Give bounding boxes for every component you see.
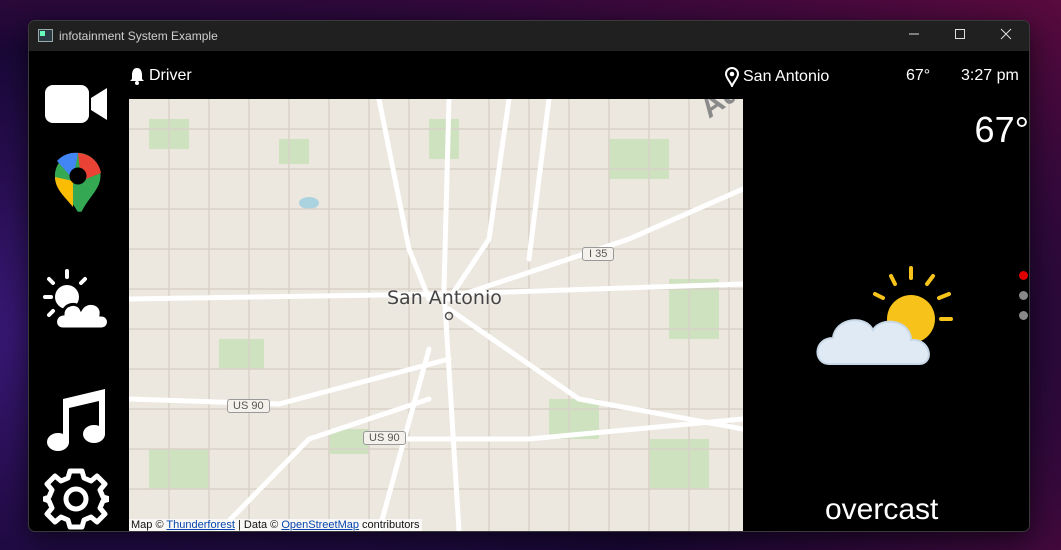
partly-cloudy-icon	[816, 266, 953, 365]
credit-suffix: contributors	[359, 519, 420, 531]
map-view[interactable]: Au San Antonio I 35 US 90 US 90 Map © Th…	[129, 99, 743, 531]
status-bar: Driver San Antonio 67° 3:27 pm	[129, 51, 1029, 99]
map-tiles: Au	[129, 99, 743, 531]
weather-condition: overcast	[825, 493, 939, 526]
page-dot[interactable]	[1019, 311, 1028, 320]
minimize-icon	[909, 33, 919, 35]
maximize-button[interactable]	[937, 21, 983, 51]
maps-button[interactable]	[43, 151, 113, 217]
credit-prefix: Map ©	[131, 519, 167, 531]
page-dot[interactable]	[1019, 291, 1028, 300]
thunderforest-link[interactable]: Thunderforest	[166, 519, 234, 531]
music-button[interactable]	[43, 387, 113, 453]
minimize-button[interactable]	[891, 21, 937, 51]
maximize-icon	[955, 29, 965, 39]
map-attribution: Map © Thunderforest | Data © OpenStreetM…	[129, 519, 422, 531]
highway-label: US 90	[227, 399, 270, 413]
video-button[interactable]	[43, 81, 113, 127]
openstreetmap-link[interactable]: OpenStreetMap	[281, 519, 359, 531]
music-note-icon	[47, 389, 105, 451]
map-pin-icon	[54, 152, 101, 212]
clock: 3:27 pm	[961, 67, 1019, 84]
weather-button[interactable]	[43, 269, 113, 333]
gear-icon	[41, 468, 113, 530]
close-icon	[1000, 28, 1012, 40]
main-content: Driver San Antonio 67° 3:27 pm Au San An…	[29, 51, 1029, 531]
app-icon	[38, 29, 53, 42]
weather-temperature: 67°	[974, 109, 1029, 150]
location-label: San Antonio	[743, 68, 830, 85]
location-indicator[interactable]: San Antonio	[725, 67, 829, 87]
highway-label: US 90	[363, 431, 406, 445]
bell-icon	[130, 68, 144, 85]
map-city-label: San Antonio	[387, 287, 502, 309]
video-camera-icon	[45, 85, 107, 123]
profile-label: Driver	[149, 67, 192, 84]
weather-panel: 67° overcast	[743, 99, 1029, 531]
sidebar	[29, 51, 129, 531]
status-temperature: 67°	[906, 67, 931, 84]
title-bar[interactable]: infotainment System Example	[29, 21, 1029, 51]
window-title: infotainment System Example	[59, 29, 218, 43]
app-window: infotainment System Example Driver San A…	[28, 20, 1030, 532]
page-dot-active[interactable]	[1019, 271, 1028, 280]
credit-middle: | Data ©	[234, 519, 282, 531]
settings-button[interactable]	[41, 467, 113, 531]
close-button[interactable]	[983, 21, 1029, 51]
profile-indicator[interactable]: Driver	[129, 67, 192, 85]
highway-label: I 35	[582, 247, 615, 261]
location-pin-icon	[725, 67, 739, 87]
partly-cloudy-icon	[43, 269, 110, 331]
